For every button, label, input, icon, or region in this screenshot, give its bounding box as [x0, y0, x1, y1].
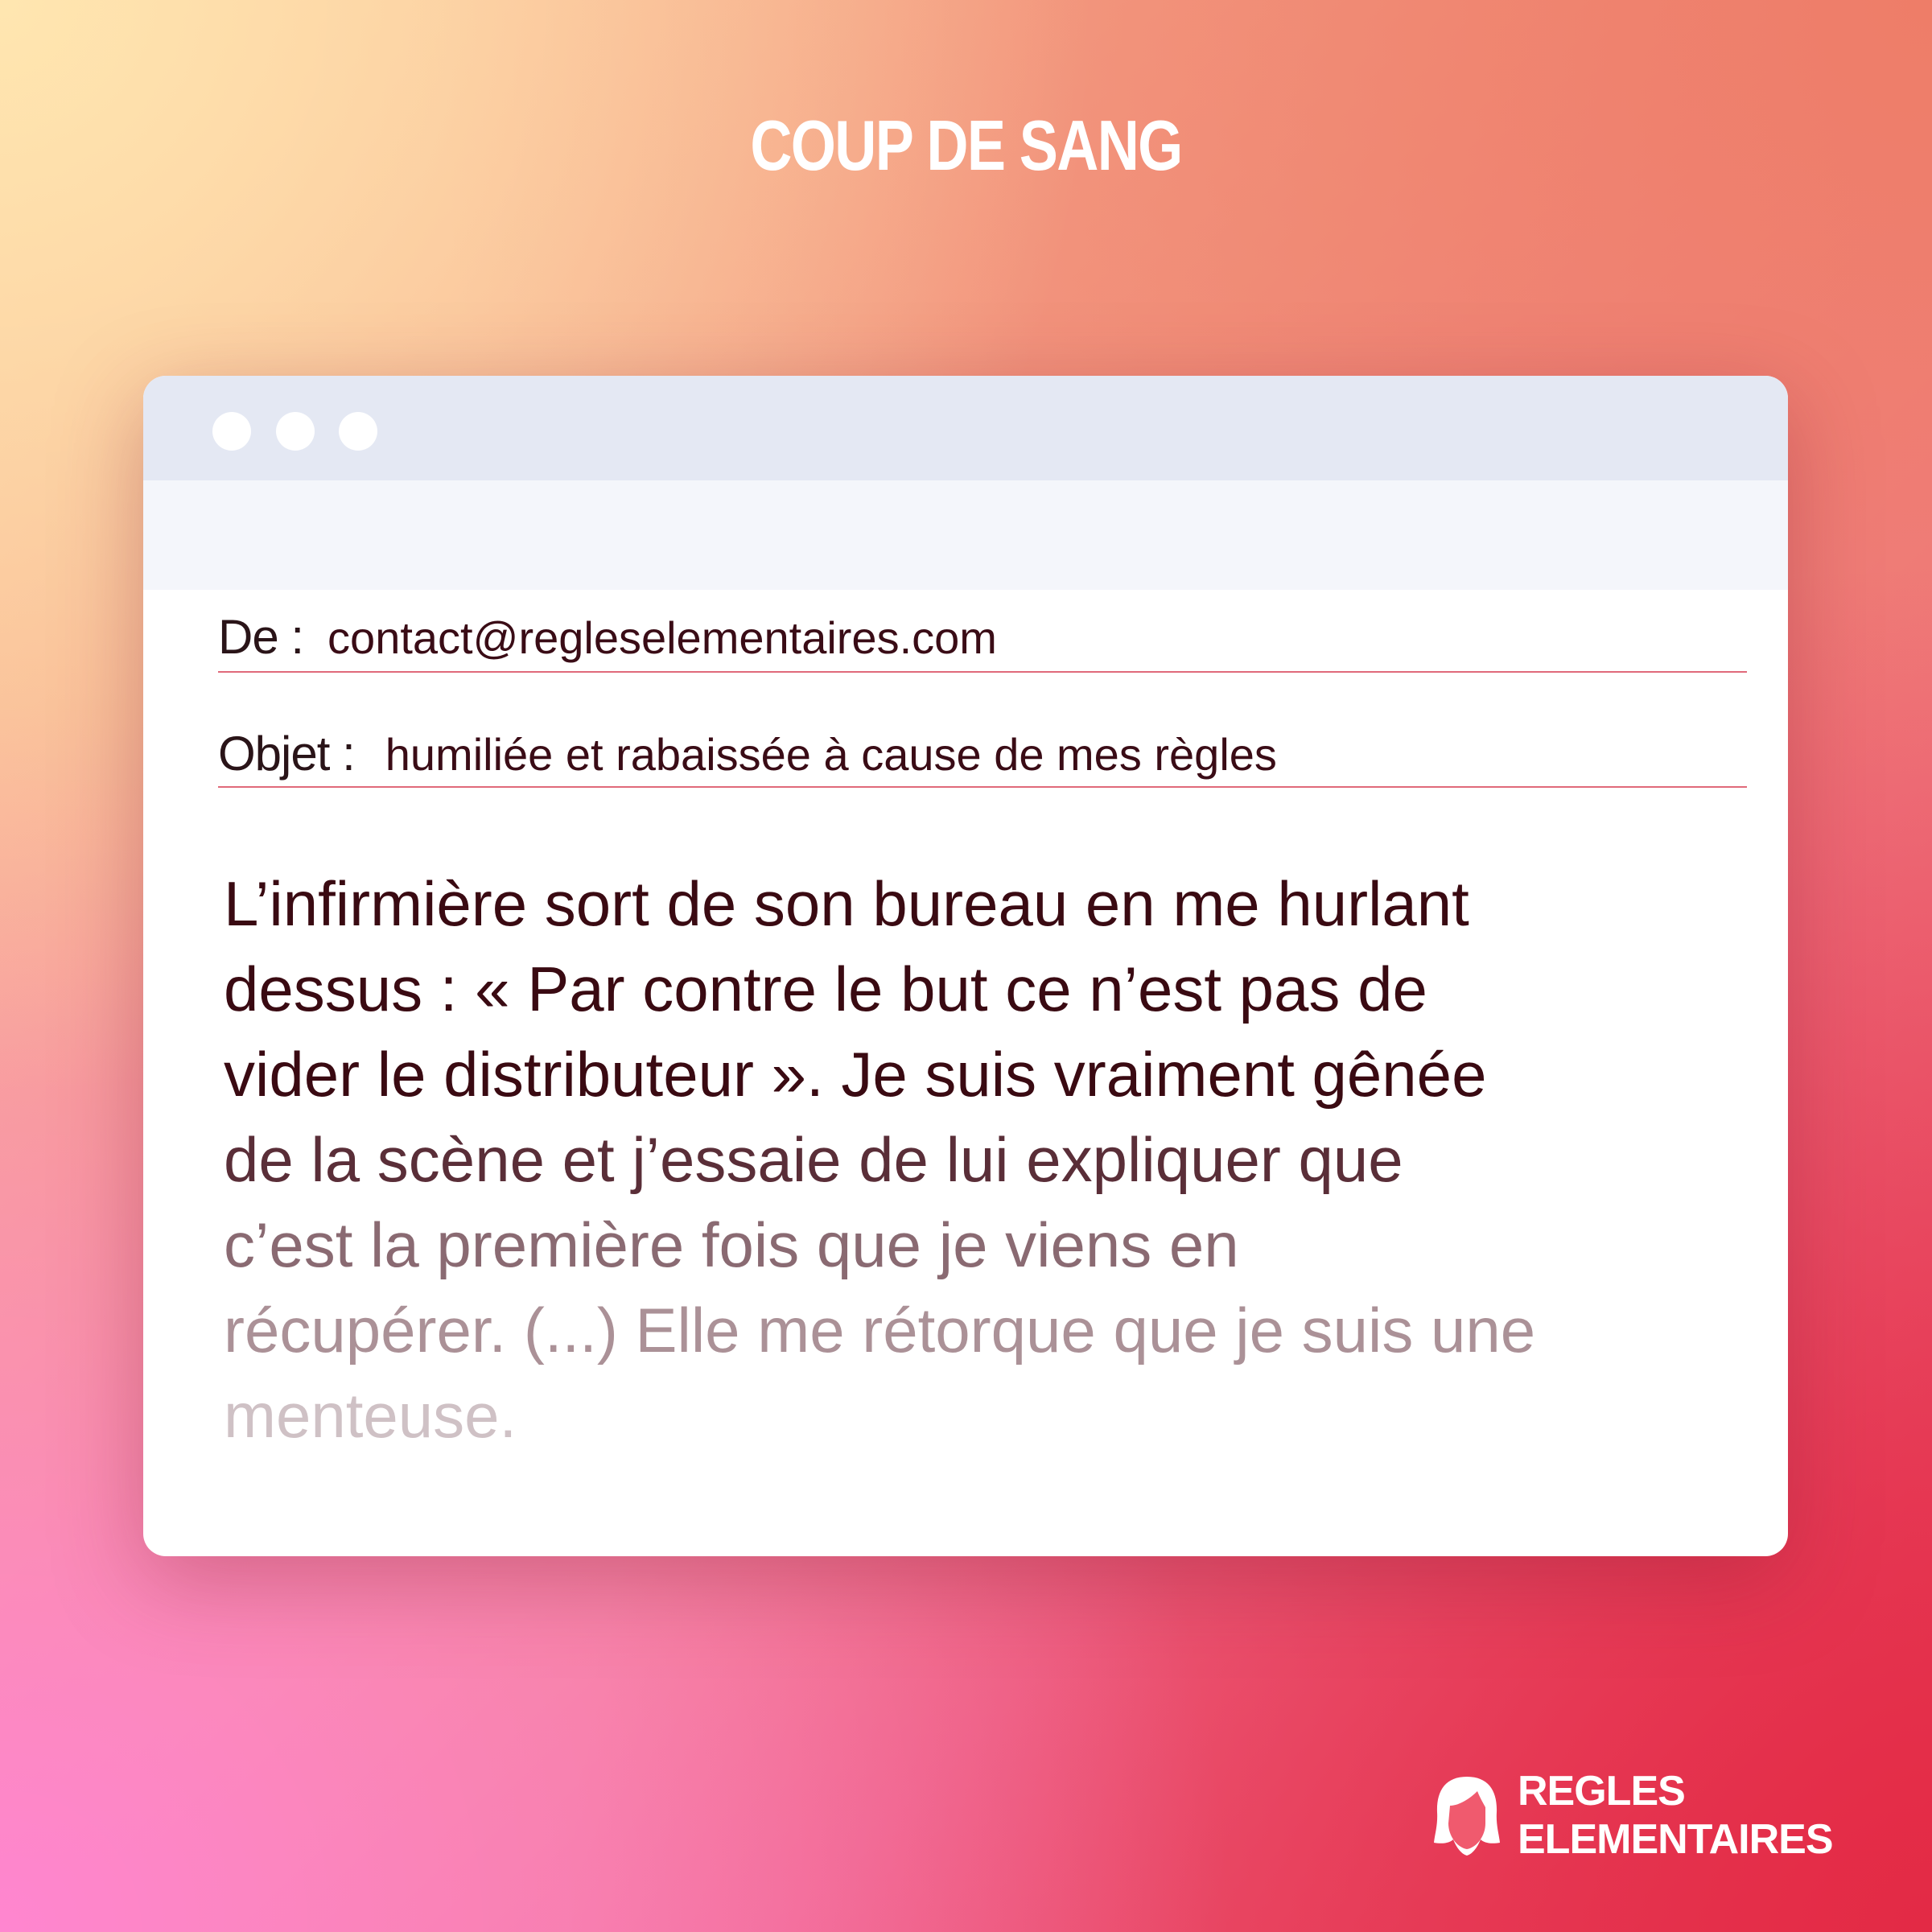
window-titlebar	[143, 376, 1788, 480]
from-label: De :	[218, 610, 304, 664]
window-control-dot-1[interactable]	[212, 412, 251, 451]
subject-label: Objet :	[218, 727, 356, 781]
brand-name-line-1: REGLES	[1518, 1768, 1686, 1815]
window-control-dot-2[interactable]	[276, 412, 315, 451]
body-line-3: vider le distributeur ». Je suis vraimen…	[224, 1039, 1487, 1110]
woman-head-icon	[1432, 1773, 1502, 1857]
email-window: De : contact@regleselementaires.com Objet…	[143, 376, 1788, 1556]
subject-field: Objet : humiliée et rabaissée à cause de …	[218, 726, 1747, 788]
body-line-5: c’est la première fois que je viens en	[224, 1209, 1239, 1280]
body-line-4: de la scène et j’essaie de lui expliquer…	[224, 1124, 1403, 1195]
from-field: De : contact@regleselementaires.com	[218, 609, 1747, 673]
brand-logo: REGLES ELEMENTAIRES	[1432, 1767, 1851, 1872]
brand-name-line-2: ELEMENTAIRES	[1518, 1816, 1834, 1863]
window-control-dot-3[interactable]	[339, 412, 377, 451]
brand-name: REGLES ELEMENTAIRES	[1518, 1767, 1834, 1864]
body-line-7: menteuse.	[224, 1380, 517, 1451]
body-line-2: dessus : « Par contre le but ce n’est pa…	[224, 954, 1427, 1024]
window-toolbar	[143, 480, 1788, 590]
body-line-1: L’infirmière sort de son bureau en me hu…	[224, 868, 1469, 939]
from-value: contact@regleselementaires.com	[327, 612, 997, 663]
subject-value: humiliée et rabaissée à cause de mes règ…	[385, 729, 1277, 780]
body-line-6: récupérer. (...) Elle me rétorque que je…	[224, 1295, 1536, 1366]
page-title: COUP DE SANG	[750, 105, 1183, 185]
email-body: L’infirmière sort de son bureau en me hu…	[224, 861, 1753, 1458]
